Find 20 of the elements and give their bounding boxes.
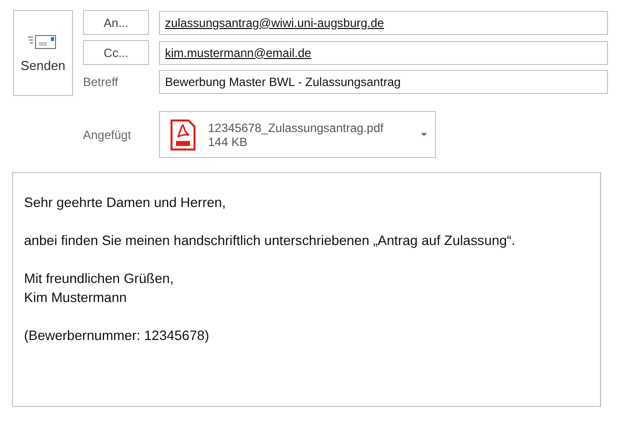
body-text: (Bewerbernummer: 12345678) [24,327,210,345]
recipient-field[interactable]: zulassungsantrag@wiwi.uni-augsburg.de [159,10,608,34]
message-body[interactable]: Sehr geehrte Damen und Herren, anbei finden Sie meinen handschriftlich unterschriebenen „Antrag auf Zulassung“. Mit freundlichen Grüßen, Kim Mustermann (Bewerbernummer: 12345678) [12,172,601,407]
subject-field[interactable]: Bewerbung Master BWL - Zulassungsantrag [159,70,608,94]
envelope-icon [28,34,58,50]
recipient-field[interactable]: kim.mustermann@email.de [159,40,608,64]
send-button[interactable]: Senden [13,10,73,96]
attached-label: Angefügt [83,128,132,142]
recipient-button[interactable]: Cc... [83,40,149,65]
body-text: Sehr geehrte Damen und Herren, [24,194,226,212]
attachment-chip[interactable]: 12345678_Zulassungsantrag.pdf 144 KB [159,111,436,158]
subject-label: Betreff [83,75,120,89]
body-text: Kim Mustermann [24,289,127,307]
dropdown-icon[interactable] [421,132,427,136]
body-text: Mit freundlichen Grüßen, [24,270,174,288]
recipient-button[interactable]: An... [83,10,149,35]
pdf-icon [170,118,196,150]
body-text: anbei finden Sie meinen handschriftlich unterschriebenen „Antrag auf Zulassung“. [24,232,516,250]
attachment-size: 144 KB [208,134,248,148]
attachment-name: 12345678_Zulassungsantrag.pdf [208,120,384,134]
